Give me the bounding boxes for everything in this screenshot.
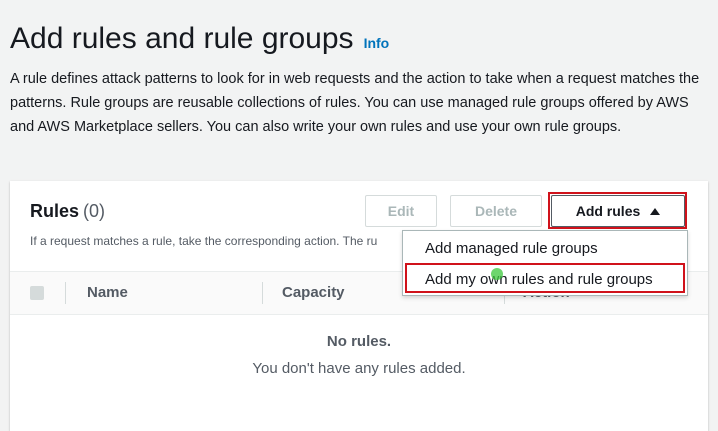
column-header-name[interactable]: Name	[87, 284, 128, 301]
rules-count: (0)	[83, 201, 106, 221]
edit-button[interactable]: Edit	[365, 195, 437, 227]
menu-item-add-managed-rule-groups[interactable]: Add managed rule groups	[403, 233, 687, 263]
add-rules-label: Add rules	[575, 203, 641, 219]
page-description: A rule defines attack patterns to look f…	[10, 71, 700, 135]
menu-item-add-own-rules[interactable]: Add my own rules and rule groups	[403, 264, 687, 294]
page-title-text: Add rules and rule groups	[10, 22, 354, 55]
rules-title-text: Rules	[30, 201, 80, 221]
info-link[interactable]: Info	[364, 35, 390, 51]
select-all-checkbox[interactable]	[30, 286, 44, 300]
add-rules-button[interactable]: Add rules	[551, 195, 685, 227]
empty-state-title: No rules.	[326, 333, 392, 350]
rules-panel-description: If a request matches a rule, take the co…	[30, 234, 378, 248]
page-title: Add rules and rule groups Info	[10, 22, 389, 56]
mouse-cursor-icon	[491, 268, 503, 280]
empty-state-description: You don't have any rules added.	[252, 360, 466, 377]
column-divider	[262, 282, 263, 304]
column-divider	[65, 282, 66, 304]
delete-button[interactable]: Delete	[450, 195, 542, 227]
rules-panel: Rules (0) If a request matches a rule, ta…	[10, 181, 708, 431]
menu-item-label: Add my own rules and rule groups	[425, 270, 653, 288]
caret-up-icon	[650, 207, 661, 215]
column-header-capacity[interactable]: Capacity	[282, 284, 345, 301]
add-rules-dropdown-menu: Add managed rule groups Add my own rules…	[402, 230, 688, 296]
rules-panel-title: Rules (0)	[30, 201, 105, 222]
